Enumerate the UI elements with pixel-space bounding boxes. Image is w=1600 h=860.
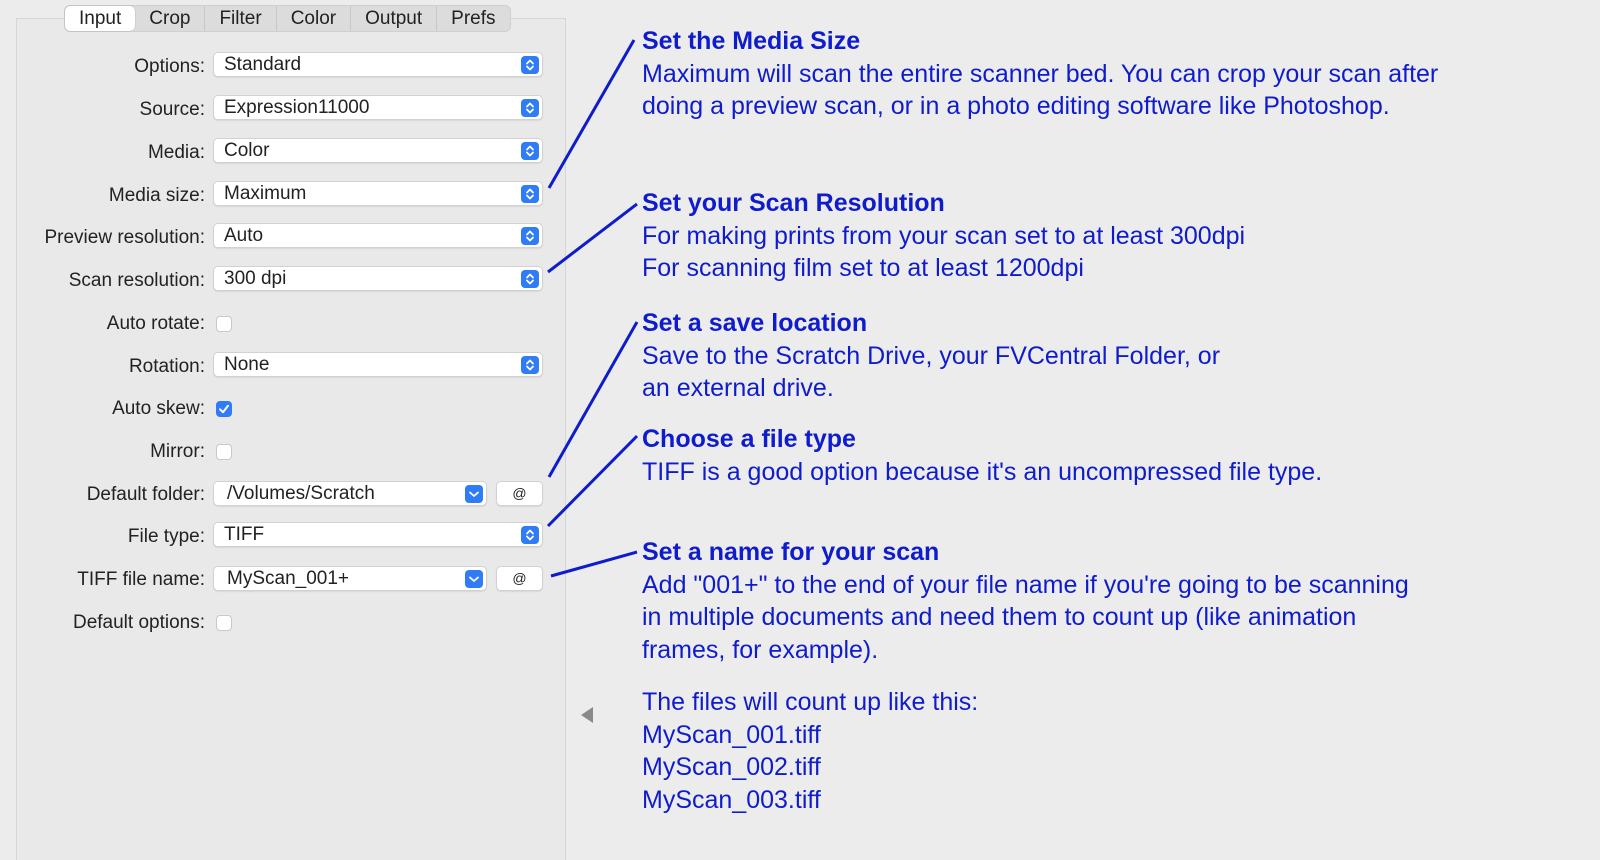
- connector-file-type: [546, 434, 639, 528]
- tab-prefs[interactable]: Prefs: [437, 6, 509, 31]
- tab-color[interactable]: Color: [277, 6, 352, 31]
- annotation-filename-example: MyScan_002.tiff: [642, 753, 821, 781]
- annotation-line: TIFF is a good option because it's an un…: [642, 457, 1323, 486]
- annotation-save-location: Set a save location Save to the Scratch …: [642, 307, 1220, 405]
- annotation-title: Set the Media Size: [642, 27, 861, 55]
- annotation-file-type: Choose a file type TIFF is a good option…: [642, 423, 1322, 488]
- annotation-line: Save to the Scratch Drive, your FVCentra…: [642, 341, 1221, 370]
- annotation-line: an external drive.: [642, 374, 834, 402]
- annotation-filename-example: MyScan_001.tiff: [642, 720, 821, 749]
- tab-filter[interactable]: Filter: [205, 6, 277, 31]
- annotation-title: Set a name for your scan: [642, 538, 940, 566]
- annotation-line: doing a preview scan, or in a photo edit…: [642, 92, 1390, 120]
- annotation-line: Add "001+" to the end of your file name …: [642, 570, 1409, 599]
- connector-save-location: [547, 321, 639, 478]
- annotation-title: Set your Scan Resolution: [642, 189, 945, 217]
- annotation-file-name: Set a name for your scan Add "001+" to t…: [642, 536, 1409, 666]
- annotation-count-up: The files will count up like this: MySca…: [642, 686, 978, 816]
- tab-input[interactable]: Input: [65, 6, 136, 31]
- annotation-line: in multiple documents and need them to c…: [642, 603, 1357, 631]
- tab-bar: Input Crop Filter Color Output Prefs: [64, 5, 511, 32]
- annotation-resolution: Set your Scan Resolution For making prin…: [642, 187, 1245, 285]
- annotation-line: The files will count up like this:: [642, 688, 979, 716]
- annotation-filename-example: MyScan_003.tiff: [642, 785, 821, 814]
- annotation-line: For making prints from your scan set to …: [642, 221, 1246, 250]
- connector-media-size: [547, 39, 636, 189]
- annotation-title: Set a save location: [642, 309, 868, 337]
- annotation-line: For scanning film set to at least 1200dp…: [642, 254, 1084, 282]
- tab-crop[interactable]: Crop: [135, 6, 206, 31]
- tab-output[interactable]: Output: [351, 6, 438, 31]
- annotation-line: Maximum will scan the entire scanner bed…: [642, 59, 1439, 88]
- connector-file-name: [550, 550, 638, 578]
- annotation-media-size: Set the Media Size Maximum will scan the…: [642, 25, 1438, 123]
- connector-resolution: [547, 202, 638, 274]
- annotation-title: Choose a file type: [642, 425, 856, 453]
- annotation-line: frames, for example).: [642, 635, 879, 664]
